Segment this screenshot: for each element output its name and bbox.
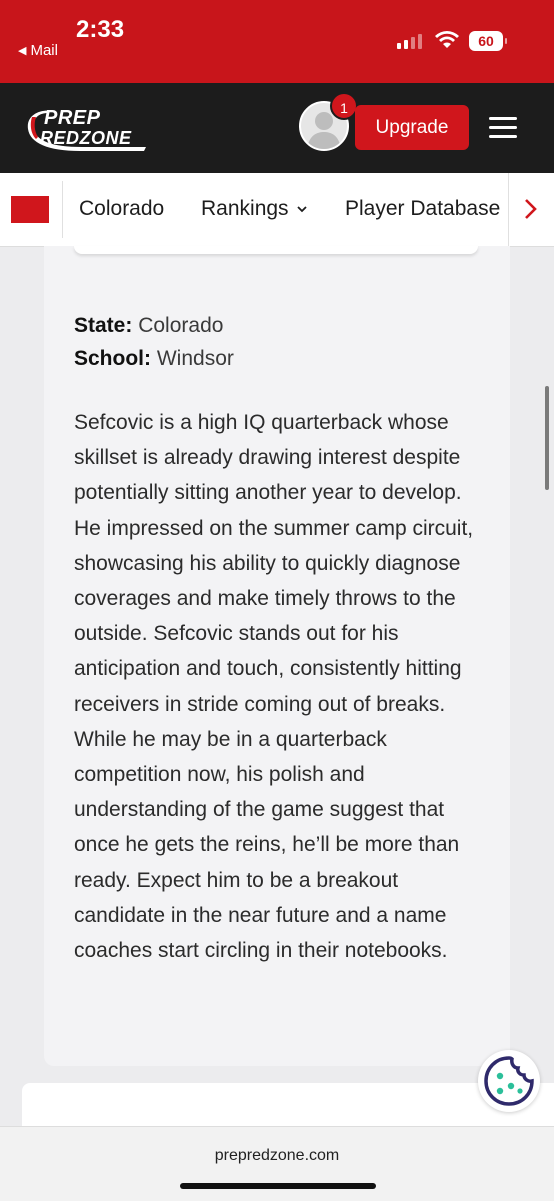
back-to-mail-button[interactable]: ◀ Mail <box>18 42 58 59</box>
prep-redzone-logo[interactable]: PREP REDZONE <box>22 103 150 155</box>
upgrade-button[interactable]: Upgrade <box>355 105 469 150</box>
inner-card-edge <box>74 246 478 254</box>
battery-icon: 60 <box>469 31 507 51</box>
nav-divider <box>508 173 509 246</box>
school-label: School: <box>74 347 151 370</box>
back-app-label: Mail <box>30 42 58 59</box>
status-time: 2:33 <box>76 16 125 43</box>
nav-divider <box>62 181 63 238</box>
notification-badge[interactable]: 1 <box>330 92 358 120</box>
nav-rankings-label: Rankings <box>201 197 289 220</box>
cookie-settings-button[interactable] <box>478 1050 540 1112</box>
wifi-icon <box>435 31 459 48</box>
nav-item-colorado[interactable]: Colorado <box>79 197 164 221</box>
browser-bottom-bar: prepredzone.com <box>0 1126 554 1201</box>
url-display[interactable]: prepredzone.com <box>0 1147 554 1165</box>
state-value: Colorado <box>138 314 224 337</box>
page-scrollbar[interactable] <box>545 386 549 490</box>
logo-text-prep: PREP <box>44 107 101 129</box>
cookie-icon <box>484 1056 534 1106</box>
player-bio: Sefcovic is a high IQ quarterback whose … <box>74 411 474 963</box>
cellular-signal-icon <box>397 33 422 49</box>
nav-item-rankings[interactable]: Rankings <box>201 197 307 221</box>
home-indicator[interactable] <box>180 1183 376 1189</box>
status-bar: 2:33 ◀ Mail 60 <box>0 0 554 83</box>
state-flag-icon[interactable] <box>11 196 49 223</box>
school-value: Windsor <box>156 347 234 370</box>
school-row: School: Windsor <box>74 347 234 371</box>
state-label: State: <box>74 314 133 337</box>
chevron-down-icon <box>296 206 307 213</box>
state-row: State: Colorado <box>74 314 223 338</box>
state-nav-bar: Colorado Rankings Player Database <box>0 173 554 247</box>
site-header: PREP REDZONE 1 Upgrade <box>0 83 554 173</box>
menu-icon[interactable] <box>489 117 517 139</box>
back-arrow-icon: ◀ <box>18 45 27 57</box>
nav-item-player-database[interactable]: Player Database <box>345 197 500 221</box>
chevron-right-icon[interactable] <box>520 197 540 221</box>
logo-text-redzone: REDZONE <box>40 128 132 148</box>
